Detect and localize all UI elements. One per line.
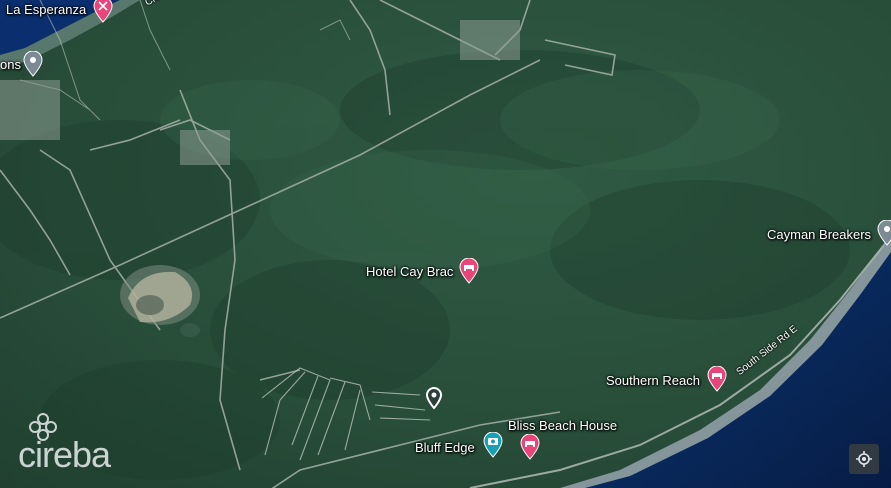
place-label-bluff-edge[interactable]: Bluff Edge bbox=[415, 440, 475, 455]
restaurant-pin-icon[interactable] bbox=[92, 0, 114, 23]
logo-wordmark: cireba bbox=[18, 434, 111, 475]
hotel-pin-icon[interactable] bbox=[458, 258, 480, 284]
place-label-bliss-beach-house[interactable]: Bliss Beach House bbox=[508, 418, 617, 433]
place-pin-icon[interactable] bbox=[876, 220, 891, 246]
cireba-logo: cireba bbox=[18, 412, 130, 475]
place-label-cayman-breakers[interactable]: Cayman Breakers bbox=[767, 227, 871, 242]
place-label-southern-reach[interactable]: Southern Reach bbox=[606, 373, 700, 388]
hotel-pin-icon[interactable] bbox=[706, 366, 728, 392]
satellite-map[interactable]: cireba South Side Rd E Cre La Esperanza … bbox=[0, 0, 891, 488]
place-label-hotel-cay-brac[interactable]: Hotel Cay Brac bbox=[366, 264, 453, 279]
place-label-ons[interactable]: ons bbox=[0, 57, 21, 72]
hotel-pin-icon[interactable] bbox=[519, 434, 541, 460]
my-location-icon bbox=[856, 451, 872, 467]
my-location-button[interactable] bbox=[849, 444, 879, 474]
place-pin-icon[interactable] bbox=[22, 51, 44, 77]
camera-pin-icon[interactable] bbox=[482, 432, 504, 458]
satellite-terrain[interactable] bbox=[0, 0, 891, 488]
property-pin-icon[interactable] bbox=[423, 386, 445, 412]
place-label-la-esperanza[interactable]: La Esperanza bbox=[6, 2, 86, 17]
